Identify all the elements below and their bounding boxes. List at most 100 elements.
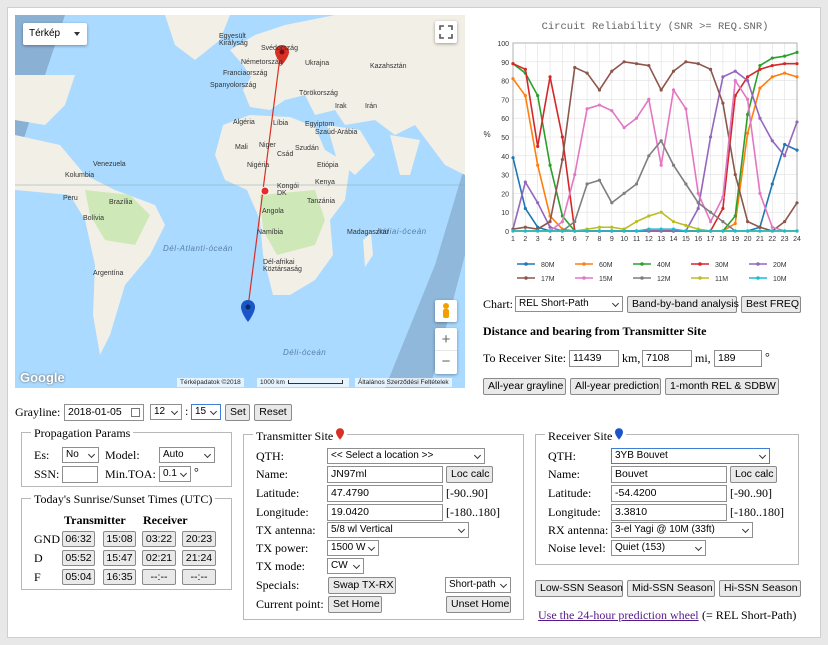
data-point	[560, 135, 564, 139]
country-label: Etiópia	[317, 162, 339, 169]
mi-field[interactable]: 7108	[642, 350, 692, 367]
rx-latitude-range: [-90..90]	[730, 486, 772, 500]
y-tick-label: 50	[501, 135, 509, 142]
degree-label: °	[765, 350, 770, 364]
data-point	[647, 154, 651, 158]
model-select[interactable]: Auto	[159, 447, 215, 463]
data-point	[721, 229, 725, 233]
reset-button[interactable]: Reset	[254, 404, 292, 421]
data-point	[560, 229, 564, 233]
tx-qth-select[interactable]: << Select a location >>	[327, 448, 485, 464]
country-label: Törökország	[299, 90, 338, 97]
km-label: km,	[622, 351, 641, 365]
minute-select[interactable]: 15	[191, 404, 221, 420]
es-label: Es:	[34, 448, 50, 462]
rx-longitude-field[interactable]: 3.3810	[611, 504, 727, 521]
rx-qth-select[interactable]: 3YB Bouvet	[611, 448, 770, 464]
km-field[interactable]: 11439	[569, 350, 619, 367]
hour-select[interactable]: 12	[150, 404, 182, 420]
sun-time-value: 02:21	[142, 550, 176, 566]
data-point	[696, 206, 700, 211]
country-label: Irak	[335, 103, 347, 110]
data-point	[511, 77, 515, 81]
zoom-in-button[interactable]: +	[435, 328, 457, 351]
pegman-button[interactable]	[435, 300, 457, 322]
set-home-button[interactable]: Set Home	[328, 596, 382, 613]
sun-row-label: D	[34, 551, 43, 565]
prediction-wheel-link[interactable]: Use the 24-hour prediction wheel	[538, 608, 699, 622]
rx-longitude-label: Longitude:	[548, 505, 601, 519]
data-point	[523, 180, 527, 184]
tx-mode-label: TX mode:	[256, 559, 305, 573]
receiver-legend-text: Receiver Site	[548, 429, 613, 443]
map-terms-link[interactable]: Általános Szerződési Feltételek	[355, 378, 452, 387]
data-point	[560, 220, 564, 224]
country-label: Brazília	[109, 199, 133, 206]
tx-mode-select[interactable]: CW	[327, 558, 364, 574]
data-point	[746, 75, 750, 79]
all-year-prediction-button[interactable]: All-year prediction	[570, 378, 661, 395]
legend-label: 40M	[657, 262, 671, 269]
bearing-field[interactable]: 189	[714, 350, 762, 367]
country-label: Dél-afrikai Köztársaság	[263, 259, 302, 273]
x-tick-label: 8	[597, 236, 601, 243]
data-point	[684, 229, 688, 233]
y-tick-label: 70	[501, 97, 509, 104]
rx-pin-icon	[615, 428, 624, 440]
country-label: Argentína	[93, 270, 124, 277]
data-point	[610, 69, 614, 73]
data-point	[622, 126, 626, 130]
data-point	[795, 201, 799, 205]
tx-longitude-field[interactable]: 19.0420	[327, 504, 443, 521]
data-point	[733, 69, 737, 73]
min-toa-select[interactable]: 0.1	[159, 466, 191, 482]
rx-latitude-field[interactable]: -54.4200	[611, 485, 727, 502]
x-tick-label: 10	[620, 236, 628, 243]
chart-type-select[interactable]: REL Short-Path	[515, 296, 623, 312]
data-point	[597, 88, 602, 92]
map[interactable]: Térkép + − Dél-Atlanti-óceán Indiai-óceá…	[15, 15, 465, 388]
data-point	[721, 101, 725, 105]
path-select[interactable]: Short-path	[445, 577, 511, 593]
ssn-field[interactable]	[62, 466, 98, 483]
data-point	[783, 71, 787, 75]
calendar-icon	[131, 408, 140, 417]
grayline-date-field[interactable]: 2018-01-05	[64, 404, 144, 421]
legend-label: 10M	[773, 276, 787, 283]
best-freq-button[interactable]: Best FREQ	[741, 296, 801, 313]
fullscreen-button[interactable]	[435, 21, 457, 43]
mid-ssn-button[interactable]: Mid-SSN Season	[627, 580, 715, 597]
data-point	[671, 227, 676, 231]
es-select[interactable]: No	[62, 447, 99, 463]
rx-antenna-select[interactable]: 3-el Yagi @ 10M (33ft)	[611, 522, 753, 538]
set-button[interactable]: Set	[225, 404, 250, 421]
swap-tx-rx-button[interactable]: Swap TX-RX	[328, 577, 396, 594]
band-analysis-button[interactable]: Band-by-band analysis	[627, 296, 739, 313]
tx-power-select[interactable]: 1500 W	[327, 540, 379, 556]
rx-pin-icon[interactable]	[241, 300, 255, 322]
data-point	[597, 178, 602, 182]
x-tick-label: 16	[694, 236, 702, 243]
y-tick-label: 10	[501, 210, 509, 217]
tx-antenna-select[interactable]: 5/8 wl Vertical	[327, 522, 469, 538]
one-month-rel-button[interactable]: 1-month REL & SDBW	[665, 378, 779, 395]
tx-latitude-field[interactable]: 47.4790	[327, 485, 443, 502]
legend-label: 30M	[715, 262, 729, 269]
specials-label: Specials:	[256, 578, 300, 592]
data-point	[597, 225, 602, 229]
rx-loc-calc-button[interactable]: Loc calc	[730, 466, 777, 483]
legend-marker	[640, 262, 644, 266]
zoom-out-button[interactable]: −	[435, 351, 457, 373]
low-ssn-button[interactable]: Low-SSN Season	[535, 580, 623, 597]
country-label: Nigéria	[247, 162, 270, 169]
rx-name-field[interactable]: Bouvet	[611, 466, 727, 483]
tx-name-field[interactable]: JN97ml	[327, 466, 443, 483]
x-tick-label: 14	[670, 236, 678, 243]
hi-ssn-button[interactable]: Hi-SSN Season	[719, 580, 801, 597]
tx-loc-calc-button[interactable]: Loc calc	[446, 466, 493, 483]
unset-home-button[interactable]: Unset Home	[446, 596, 511, 613]
tx-latitude-label: Latitude:	[256, 486, 300, 500]
noise-level-select[interactable]: Quiet (153)	[611, 540, 706, 556]
map-type-button[interactable]: Térkép	[23, 23, 87, 45]
all-year-grayline-button[interactable]: All-year grayline	[483, 378, 566, 395]
